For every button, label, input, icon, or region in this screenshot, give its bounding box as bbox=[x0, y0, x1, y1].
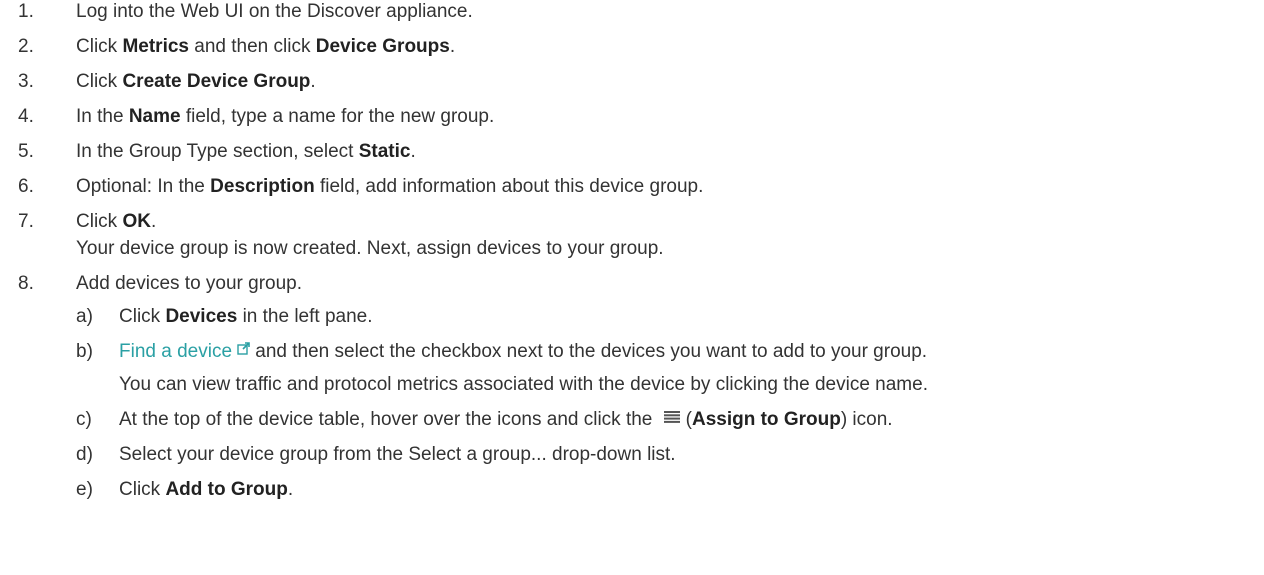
step-text: Click Create Device Group. bbox=[76, 71, 316, 92]
step-number: 1. bbox=[18, 1, 34, 22]
ui-term-ok: OK bbox=[122, 211, 151, 232]
ui-term-metrics: Metrics bbox=[122, 36, 189, 57]
substep-c: c) At the top of the device table, hover… bbox=[76, 408, 1264, 432]
step-5: 5. In the Group Type section, select Sta… bbox=[0, 140, 1264, 164]
substep-list: a) Click Devices in the left pane. b) Fi… bbox=[76, 305, 1264, 502]
substep-e: e) Click Add to Group. bbox=[76, 479, 294, 500]
external-link-icon bbox=[237, 338, 250, 362]
step-text: Log into the Web UI on the Discover appl… bbox=[76, 1, 473, 22]
step-text: Optional: In the Description field, add … bbox=[76, 176, 704, 197]
step-text: Add devices to your group. bbox=[76, 273, 303, 294]
step-text: Click Metrics and then click Device Grou… bbox=[76, 36, 456, 57]
step-1: 1. Log into the Web UI on the Discover a… bbox=[0, 0, 1264, 24]
step-3: 3. Click Create Device Group. bbox=[0, 70, 1264, 94]
list-icon bbox=[663, 406, 680, 430]
ui-term-create-device-group: Create Device Group bbox=[122, 71, 311, 92]
step-number: 3. bbox=[18, 71, 34, 92]
procedure-document: 1. Log into the Web UI on the Discover a… bbox=[0, 0, 1264, 513]
step-8: 8. Add devices to your group. a) Click D… bbox=[0, 272, 1264, 502]
step-number: 4. bbox=[18, 106, 34, 127]
ui-term-assign-to-group: Assign to Group bbox=[691, 409, 841, 430]
ui-term-add-to-group: Add to Group bbox=[165, 479, 288, 500]
substep-letter: c) bbox=[76, 409, 92, 430]
substep-letter: e) bbox=[76, 479, 93, 500]
step-number: 8. bbox=[18, 273, 34, 294]
step-number: 2. bbox=[18, 36, 34, 57]
substep-d: d) Select your device group from the Sel… bbox=[76, 444, 676, 465]
substep-letter: b) bbox=[76, 341, 93, 362]
step-text: In the Group Type section, select Static… bbox=[76, 141, 416, 162]
step-6: 6. Optional: In the Description field, a… bbox=[0, 175, 1264, 199]
find-a-device-link[interactable]: Find a device bbox=[119, 341, 250, 362]
substep-letter: d) bbox=[76, 444, 93, 465]
step-text: In the Name field, type a name for the n… bbox=[76, 106, 495, 127]
step-number: 7. bbox=[18, 211, 34, 232]
step-number: 5. bbox=[18, 141, 34, 162]
step-text: Click OK. bbox=[76, 211, 157, 232]
step-result: Your device group is now created. Next, … bbox=[76, 238, 664, 259]
ui-term-devices: Devices bbox=[165, 306, 238, 327]
ui-term-static: Static bbox=[358, 141, 411, 162]
ui-term-device-groups: Device Groups bbox=[315, 36, 450, 57]
substep-info: You can view traffic and protocol metric… bbox=[119, 374, 928, 395]
substep-b: b) Find a device and then select the che… bbox=[76, 340, 1264, 397]
ui-term-description: Description bbox=[210, 176, 315, 197]
substep-letter: a) bbox=[76, 306, 93, 327]
step-7: 7. Click OK. Your device group is now cr… bbox=[0, 210, 1264, 261]
step-2: 2. Click Metrics and then click Device G… bbox=[0, 35, 1264, 59]
step-number: 6. bbox=[18, 176, 34, 197]
step-4: 4. In the Name field, type a name for th… bbox=[0, 105, 1264, 129]
ui-term-name: Name bbox=[128, 106, 181, 127]
substep-a: a) Click Devices in the left pane. bbox=[76, 306, 373, 327]
